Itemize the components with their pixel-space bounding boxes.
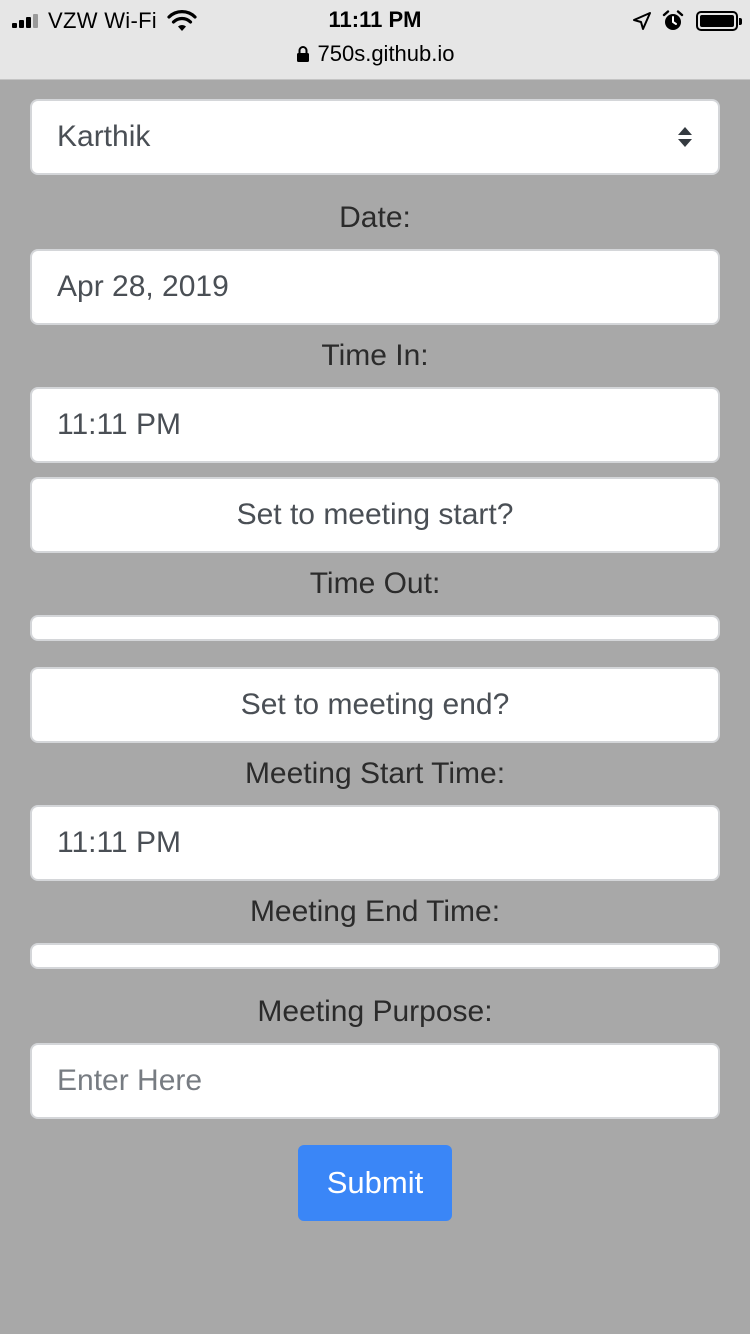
- time-in-input[interactable]: 11:11 PM: [30, 387, 720, 463]
- meeting-purpose-input[interactable]: Enter Here: [30, 1043, 720, 1119]
- time-in-label: Time In:: [321, 339, 429, 372]
- meeting-purpose-placeholder: Enter Here: [57, 1064, 203, 1097]
- set-to-meeting-start-label: Set to meeting start?: [236, 498, 514, 531]
- meeting-end-input[interactable]: [30, 943, 720, 969]
- location-arrow-icon: [633, 12, 651, 30]
- submit-label: Submit: [326, 1165, 424, 1200]
- date-value: Apr 28, 2019: [57, 270, 229, 303]
- browser-top-bar: VZW Wi-Fi 11:11 PM 750s.github.io: [0, 0, 750, 80]
- time-out-input[interactable]: [30, 615, 720, 641]
- submit-row: Submit: [30, 1145, 720, 1221]
- meeting-end-label: Meeting End Time:: [249, 895, 501, 928]
- time-out-label: Time Out:: [309, 567, 441, 600]
- date-input[interactable]: Apr 28, 2019: [30, 249, 720, 325]
- date-label: Date:: [339, 201, 411, 234]
- alarm-clock-icon: [662, 10, 684, 30]
- status-right: [622, 8, 742, 34]
- submit-button[interactable]: Submit: [298, 1145, 452, 1221]
- name-select-value: Karthik: [57, 120, 151, 153]
- set-to-meeting-end-label: Set to meeting end?: [240, 688, 510, 721]
- meeting-start-input[interactable]: 11:11 PM: [30, 805, 720, 881]
- url-bar[interactable]: 750s.github.io: [0, 38, 750, 70]
- url-text: 750s.github.io: [317, 41, 455, 66]
- attendance-form: Karthik Date: Apr 28, 2019 Time In: 11:1…: [30, 99, 720, 1221]
- meeting-start-value: 11:11 PM: [57, 826, 181, 859]
- name-select[interactable]: Karthik: [30, 99, 720, 175]
- set-to-meeting-end-button[interactable]: Set to meeting end?: [30, 667, 720, 743]
- set-to-meeting-start-button[interactable]: Set to meeting start?: [30, 477, 720, 553]
- battery-icon: [696, 11, 742, 31]
- meeting-start-label: Meeting Start Time:: [244, 757, 506, 790]
- meeting-purpose-label: Meeting Purpose:: [257, 995, 493, 1028]
- lock-icon: [296, 46, 309, 62]
- select-arrows-icon: [678, 127, 692, 147]
- time-in-value: 11:11 PM: [57, 408, 181, 441]
